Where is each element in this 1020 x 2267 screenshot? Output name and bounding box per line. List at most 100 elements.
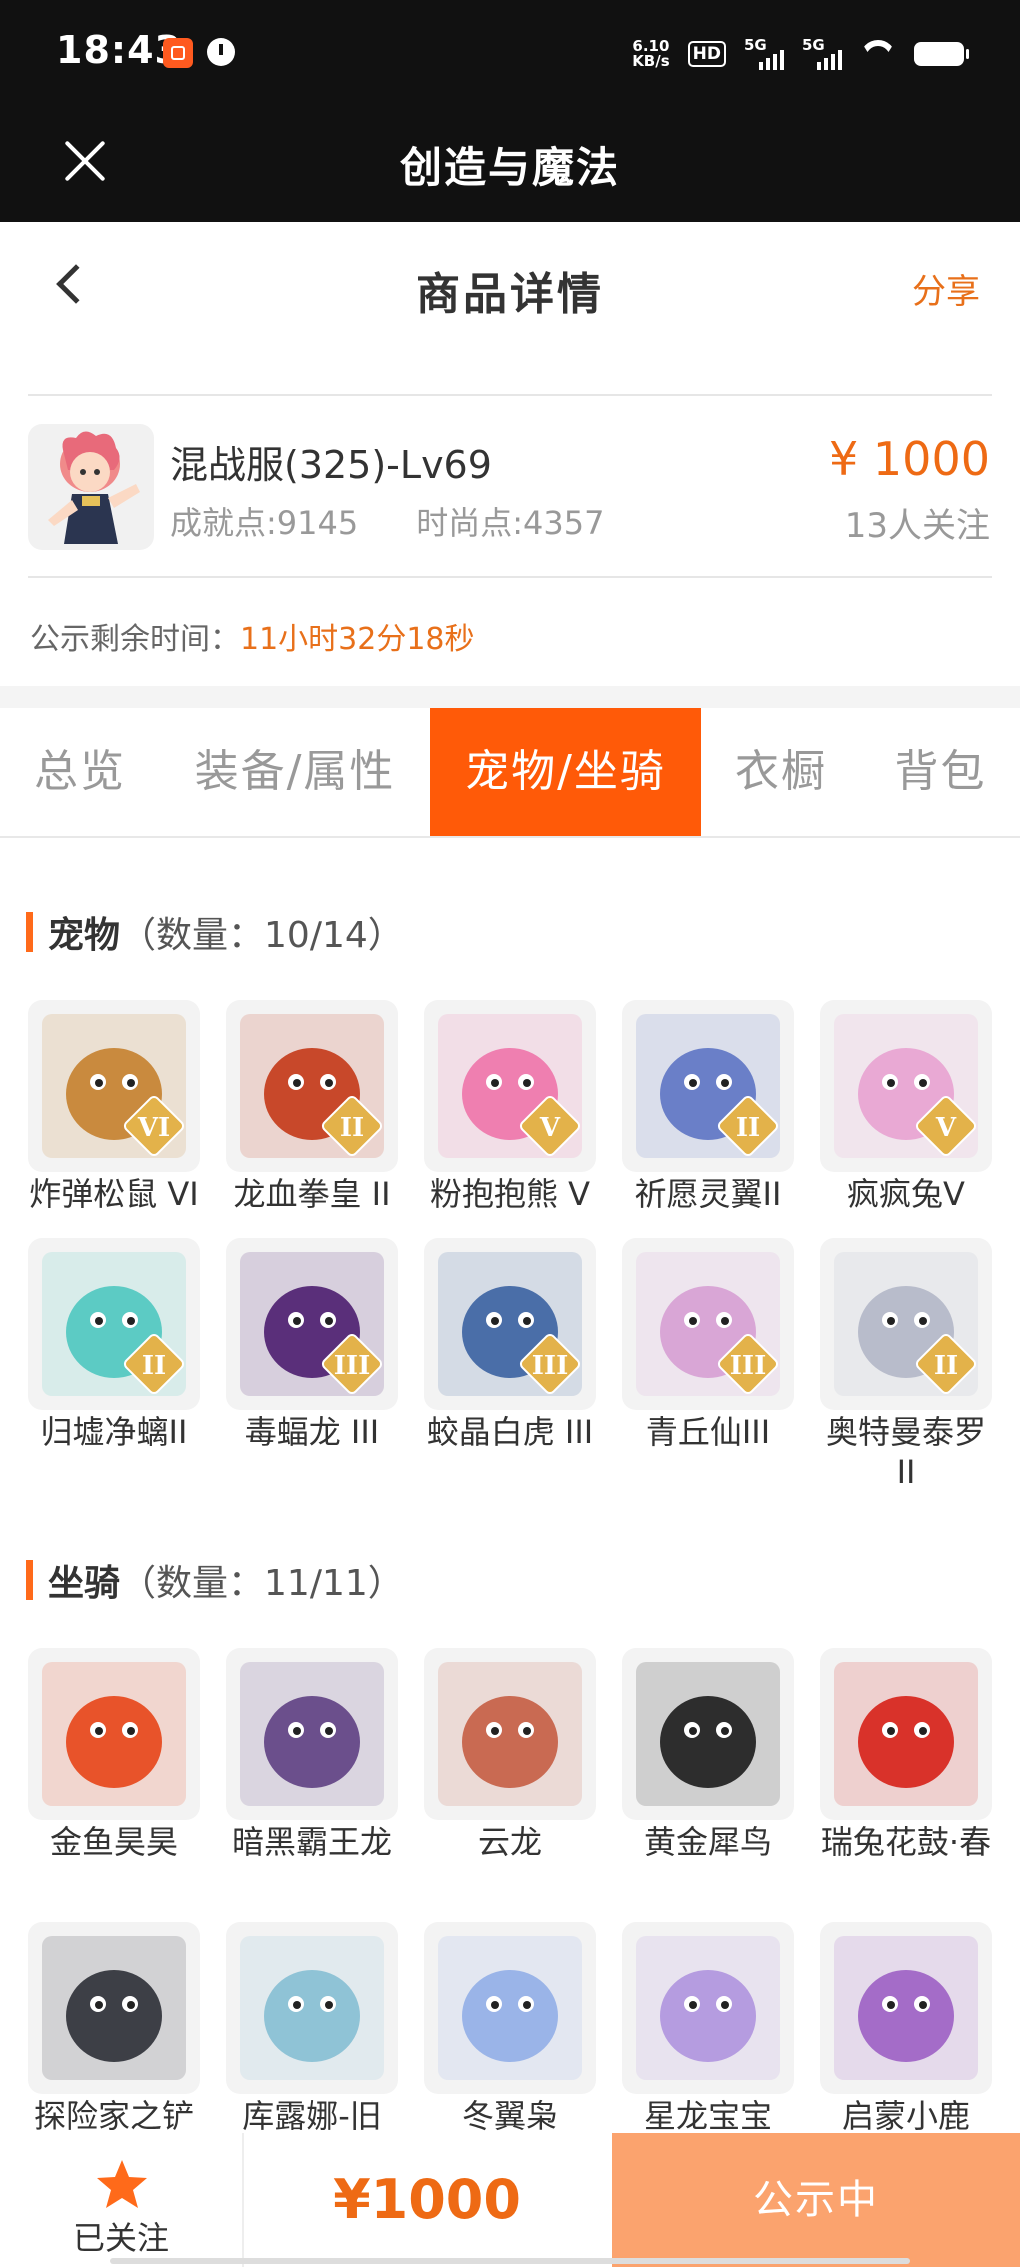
- follow-button[interactable]: 已关注: [0, 2133, 244, 2267]
- tab-equipment[interactable]: 装备/属性: [160, 708, 430, 836]
- page-header: 商品详情 分享: [0, 222, 1020, 394]
- crazy-rabbit-icon: V: [820, 1000, 992, 1172]
- notice-label: 公示剩余时间：: [30, 622, 240, 657]
- squirrel-icon: VI: [28, 1000, 200, 1172]
- bat-dragon-icon: III: [226, 1238, 398, 1410]
- pet-item[interactable]: V 粉抱抱熊 V: [424, 1000, 596, 1214]
- tab-wardrobe[interactable]: 衣橱: [701, 708, 861, 836]
- spirit-wing-icon: II: [622, 1000, 794, 1172]
- pet-item[interactable]: V 疯疯兔V: [820, 1000, 992, 1214]
- pet-name: 奥特曼泰罗II: [825, 1413, 986, 1491]
- notice-remaining: 公示剩余时间：11小时32分18秒: [30, 614, 475, 658]
- signal-icon-2: 5G: [802, 36, 842, 70]
- divider: [28, 576, 992, 578]
- mount-item[interactable]: 启蒙小鹿: [820, 1922, 992, 2136]
- pink-bear-icon: V: [424, 1000, 596, 1172]
- tab-bag[interactable]: 背包: [861, 708, 1020, 836]
- pet-name: 炸弹松鼠 VI: [29, 1175, 199, 1213]
- status-icons: 6.10 KB/s HD 5G 5G: [632, 34, 969, 74]
- little-deer-icon: [820, 1922, 992, 2094]
- svg-text:VI: VI: [137, 1113, 170, 1143]
- winter-owl-icon: [424, 1922, 596, 2094]
- svg-text:II: II: [340, 1113, 364, 1143]
- follower-count: 13人关注: [844, 506, 990, 546]
- svg-text:III: III: [334, 1351, 371, 1381]
- product-info: 混战服(325)-Lv69 成就点:9145 时尚点:4357 ¥ 1000 1…: [0, 396, 1020, 576]
- pet-item[interactable]: III 毒蝠龙 III: [226, 1238, 398, 1452]
- signal-icon: 5G: [744, 36, 784, 70]
- pet-item[interactable]: II 祈愿灵翼II: [622, 1000, 794, 1214]
- hornbill-icon: [622, 1648, 794, 1820]
- dark-trex-icon: [226, 1648, 398, 1820]
- gesture-bar: [110, 2258, 910, 2264]
- mounts-count: （数量：11/11）: [120, 1563, 404, 1604]
- pets-section-title: 宠物（数量：10/14）: [26, 906, 404, 958]
- pet-item[interactable]: VI 炸弹松鼠 VI: [28, 1000, 200, 1214]
- character-avatar: [28, 424, 154, 550]
- cloud-dragon-icon: [424, 1648, 596, 1820]
- pet-item[interactable]: II 归墟净螭II: [28, 1238, 200, 1452]
- tab-pets-mounts[interactable]: 宠物/坐骑: [430, 708, 701, 836]
- fox-fairy-icon: III: [622, 1238, 794, 1410]
- page-title: 商品详情: [416, 269, 604, 320]
- mount-name: 金鱼昊昊: [49, 1823, 178, 1861]
- mounts-section-title: 坐骑（数量：11/11）: [26, 1554, 404, 1606]
- pet-name: 疯疯兔V: [847, 1175, 965, 1213]
- mount-name: 暗黑霸王龙: [231, 1823, 392, 1861]
- section-gap: [0, 686, 1020, 708]
- pet-name: 归墟净螭II: [40, 1413, 188, 1451]
- tab-overview[interactable]: 总览: [0, 708, 160, 836]
- timer-icon: [207, 38, 235, 66]
- svg-text:V: V: [539, 1113, 561, 1143]
- mount-name: 冬翼枭: [461, 2097, 558, 2135]
- mounts-title: 坐骑: [48, 1563, 121, 1604]
- mount-item[interactable]: 暗黑霸王龙: [226, 1648, 398, 1862]
- bottom-bar: 已关注 ¥1000 公示中: [0, 2133, 1020, 2267]
- pet-item[interactable]: III 青丘仙III: [622, 1238, 794, 1452]
- white-tiger-icon: III: [424, 1238, 596, 1410]
- pet-name: 粉抱抱熊 V: [429, 1175, 591, 1213]
- share-button[interactable]: 分享: [912, 264, 980, 313]
- mount-item[interactable]: 瑞兔花鼓·春: [820, 1648, 992, 1862]
- rabbit-drum-icon: [820, 1648, 992, 1820]
- pet-name: 祈愿灵翼II: [634, 1175, 782, 1213]
- pet-name: 龙血拳皇 II: [233, 1175, 391, 1213]
- app-notification-icon: [163, 38, 193, 68]
- mount-item[interactable]: 探险家之铲: [28, 1922, 200, 2136]
- network-speed-unit: KB/s: [632, 52, 670, 70]
- star-dragon-icon: [622, 1922, 794, 2094]
- mount-item[interactable]: 库露娜-旧: [226, 1922, 398, 2136]
- ultraman-icon: II: [820, 1238, 992, 1410]
- pet-item[interactable]: II 奥特曼泰罗II: [820, 1238, 992, 1492]
- mount-item[interactable]: 金鱼昊昊: [28, 1648, 200, 1862]
- mount-item[interactable]: 冬翼枭: [424, 1922, 596, 2136]
- mount-name: 黄金犀鸟: [643, 1823, 772, 1861]
- app-title: 创造与魔法: [399, 143, 620, 192]
- water-dragon-icon: II: [28, 1238, 200, 1410]
- pet-name: 蛟晶白虎 III: [426, 1413, 594, 1451]
- pet-name: 毒蝠龙 III: [244, 1413, 380, 1451]
- mount-item[interactable]: 云龙: [424, 1648, 596, 1862]
- pet-name: 青丘仙III: [645, 1413, 771, 1451]
- pets-title: 宠物: [48, 915, 121, 956]
- mount-name: 启蒙小鹿: [841, 2097, 970, 2135]
- pet-item[interactable]: II 龙血拳皇 II: [226, 1000, 398, 1214]
- pet-item[interactable]: III 蛟晶白虎 III: [424, 1238, 596, 1452]
- svg-text:II: II: [736, 1113, 760, 1143]
- tab-bar: 总览 装备/属性 宠物/坐骑 衣橱 背包: [0, 708, 1020, 838]
- public-notice-button[interactable]: 公示中: [612, 2133, 1020, 2267]
- follow-label: 已关注: [72, 2219, 169, 2257]
- dragon-fist-icon: II: [226, 1000, 398, 1172]
- notice-time: 11小时32分18秒: [240, 622, 475, 657]
- svg-text:III: III: [532, 1351, 569, 1381]
- goldfish-icon: [28, 1648, 200, 1820]
- product-name: 混战服(325)-Lv69: [170, 443, 492, 487]
- kuluna-icon: [226, 1922, 398, 2094]
- svg-text:V: V: [935, 1113, 957, 1143]
- mount-name: 瑞兔花鼓·春: [820, 1823, 992, 1861]
- status-bar: 18:43 6.10 KB/s HD 5G 5G: [0, 0, 1020, 108]
- mount-item[interactable]: 星龙宝宝: [622, 1922, 794, 2136]
- mount-item[interactable]: 黄金犀鸟: [622, 1648, 794, 1862]
- pets-count: （数量：10/14）: [120, 915, 404, 956]
- wifi-icon: [860, 40, 896, 68]
